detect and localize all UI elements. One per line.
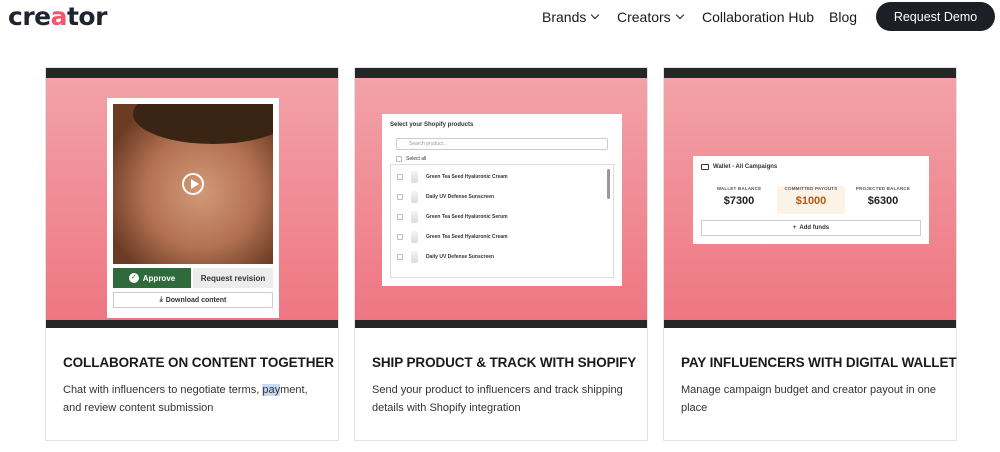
add-funds-button[interactable]: + Add funds — [701, 220, 921, 236]
list-item[interactable]: Green Tea Seed Hyaluronic Cream — [397, 167, 603, 187]
shopify-heading: Select your Shopify products — [390, 122, 474, 128]
wallet-mock: Wallet - All Campaigns WALLET BALANCE $7… — [693, 156, 929, 244]
list-item[interactable]: Green Tea Seed Hyaluronic Cream — [397, 227, 603, 247]
product-bottle-icon — [411, 251, 418, 263]
wallet-icon — [701, 164, 709, 170]
chevron-down-icon — [591, 10, 600, 20]
card-description: Send your product to influencers and tra… — [372, 384, 623, 414]
card-title: PAY INFLUENCERS WITH DIGITAL WALLET — [681, 355, 957, 370]
card-media: ✓ Approve Request revision ⤓ Download co… — [46, 68, 338, 328]
nav-item-brands[interactable]: Brands — [542, 9, 600, 25]
product-list: Green Tea Seed Hyaluronic Cream Daily UV… — [390, 164, 614, 278]
select-all-label: Select all — [406, 156, 427, 162]
nav-item-creators[interactable]: Creators — [617, 9, 684, 25]
list-item[interactable]: Daily UV Defense Sunscreen — [397, 187, 603, 207]
download-label: Download content — [165, 296, 227, 304]
committed-payouts: COMMITTED PAYOUTS $1000 — [777, 186, 845, 214]
list-item[interactable]: Daily UV Defense Sunscreen — [397, 247, 603, 267]
list-scrollbar[interactable] — [607, 169, 610, 199]
request-revision-button[interactable]: Request revision — [193, 268, 273, 288]
nav-item-brands-label: Brands — [542, 9, 587, 25]
card-description: Chat with influencers to negotiate terms… — [63, 382, 325, 417]
download-content-button[interactable]: ⤓ Download content — [113, 292, 273, 308]
creator-logo[interactable]: creator — [8, 3, 107, 31]
desc-text: Chat with influencers to negotiate terms… — [63, 384, 263, 396]
checkbox-icon[interactable] — [397, 174, 403, 180]
nav-item-collaboration-hub[interactable]: Collaboration Hub — [702, 9, 814, 25]
wallet-heading-label: Wallet - All Campaigns — [713, 164, 778, 170]
card-media: Wallet - All Campaigns WALLET BALANCE $7… — [664, 68, 956, 328]
card-media: Select your Shopify products Search prod… — [355, 68, 647, 328]
list-item[interactable]: Green Tea Seed Hyaluronic Serum — [397, 207, 603, 227]
nav-item-blog-label: Blog — [829, 9, 858, 25]
check-icon: ✓ — [128, 273, 139, 283]
chevron-down-icon — [675, 10, 684, 20]
balance-amount: $7300 — [723, 195, 755, 207]
logo-text-accent: a — [50, 2, 68, 31]
feature-card-shopify: Select your Shopify products Search prod… — [354, 67, 648, 441]
balance-amount: $1000 — [795, 195, 827, 207]
product-bottle-icon — [411, 191, 418, 203]
balance-label: PROJECTED BALANCE — [855, 186, 911, 191]
checkbox-icon[interactable] — [397, 254, 403, 260]
add-funds-label: Add funds — [799, 225, 830, 231]
thumbnail-detail — [133, 104, 273, 144]
product-name: Green Tea Seed Hyaluronic Cream — [426, 174, 508, 180]
request-demo-button[interactable]: Request Demo — [876, 2, 995, 31]
product-name: Daily UV Defense Sunscreen — [426, 194, 495, 200]
play-icon[interactable] — [182, 173, 204, 195]
checkbox-icon[interactable] — [397, 194, 403, 200]
checkbox-icon[interactable] — [397, 214, 403, 220]
feature-card-collaborate: ✓ Approve Request revision ⤓ Download co… — [45, 67, 339, 441]
top-nav: creator Brands Creators Collaboration Hu… — [0, 0, 1000, 34]
balance-amount: $6300 — [867, 195, 899, 207]
approve-button[interactable]: ✓ Approve — [113, 268, 191, 288]
nav-item-blog[interactable]: Blog — [829, 9, 857, 25]
product-name: Green Tea Seed Hyaluronic Cream — [426, 234, 508, 240]
plus-icon: + — [792, 225, 797, 231]
product-bottle-icon — [411, 171, 418, 183]
desc-selected-text: pay — [262, 384, 281, 396]
checkbox-icon — [396, 156, 402, 162]
logo-text-start: cre — [8, 2, 51, 31]
product-name: Green Tea Seed Hyaluronic Serum — [426, 214, 508, 220]
wallet-heading: Wallet - All Campaigns — [701, 164, 777, 170]
wallet-balance: WALLET BALANCE $7300 — [705, 186, 773, 214]
product-name: Daily UV Defense Sunscreen — [426, 254, 495, 260]
product-search-input[interactable]: Search product... — [396, 138, 608, 150]
card-description: Manage campaign budget and creator payou… — [681, 384, 937, 414]
nav-item-collaboration-hub-label: Collaboration Hub — [702, 9, 815, 25]
balance-label: WALLET BALANCE — [716, 186, 762, 191]
nav-item-creators-label: Creators — [617, 9, 671, 25]
projected-balance: PROJECTED BALANCE $6300 — [849, 186, 917, 214]
card-title: SHIP PRODUCT & TRACK WITH SHOPIFY — [372, 355, 637, 370]
feature-card-wallet: Wallet - All Campaigns WALLET BALANCE $7… — [663, 67, 957, 441]
download-icon: ⤓ — [159, 296, 163, 303]
select-all-checkbox[interactable]: Select all — [396, 156, 426, 162]
checkbox-icon[interactable] — [397, 234, 403, 240]
balance-label: COMMITTED PAYOUTS — [784, 186, 838, 191]
logo-text-end: tor — [66, 2, 107, 31]
shopify-products-mock: Select your Shopify products Search prod… — [382, 114, 622, 286]
product-bottle-icon — [411, 231, 418, 243]
product-bottle-icon — [411, 211, 418, 223]
content-review-mock: ✓ Approve Request revision ⤓ Download co… — [107, 98, 279, 318]
creator-video-thumbnail[interactable] — [113, 104, 273, 264]
card-title: COLLABORATE ON CONTENT TOGETHER — [63, 355, 334, 370]
approve-label: Approve — [142, 273, 176, 283]
